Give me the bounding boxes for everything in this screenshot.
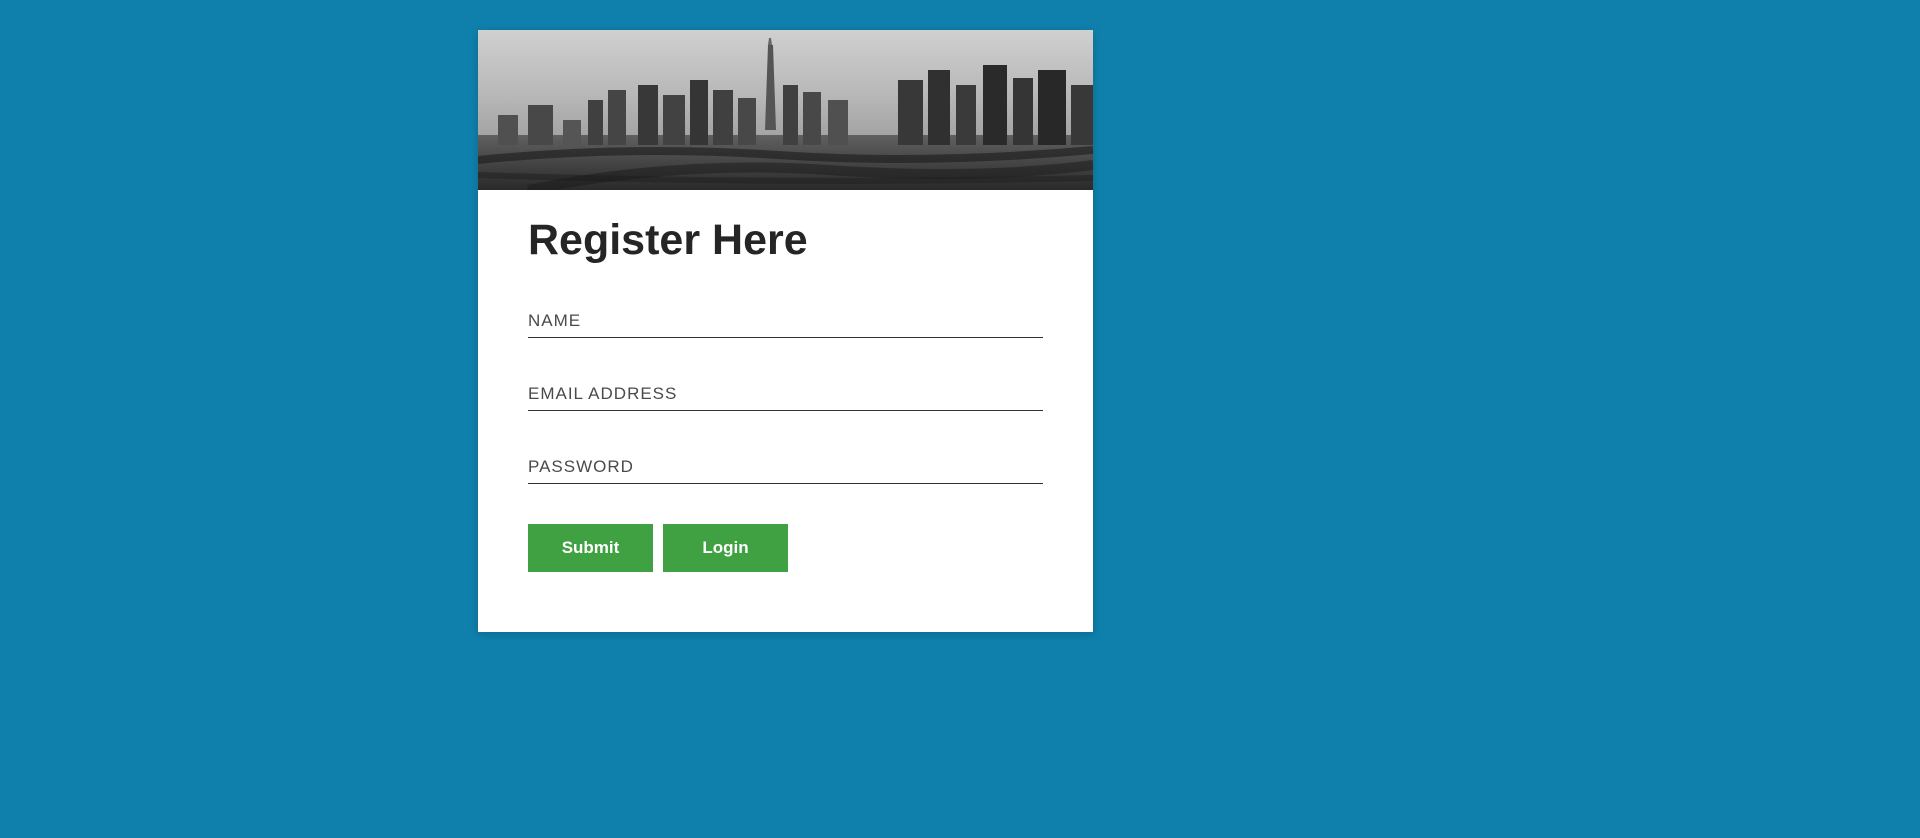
email-input[interactable] [528,378,1043,411]
name-input[interactable] [528,305,1043,338]
password-input[interactable] [528,451,1043,484]
login-button[interactable]: Login [663,524,788,572]
password-field-group [528,451,1043,484]
page-title: Register Here [528,216,1043,265]
form-container: Register Here Submit Login [478,190,1093,632]
button-row: Submit Login [528,524,1043,572]
name-field-group [528,305,1043,338]
register-card: Register Here Submit Login [478,30,1093,632]
submit-button[interactable]: Submit [528,524,653,572]
email-field-group [528,378,1043,411]
hero-image [478,30,1093,190]
